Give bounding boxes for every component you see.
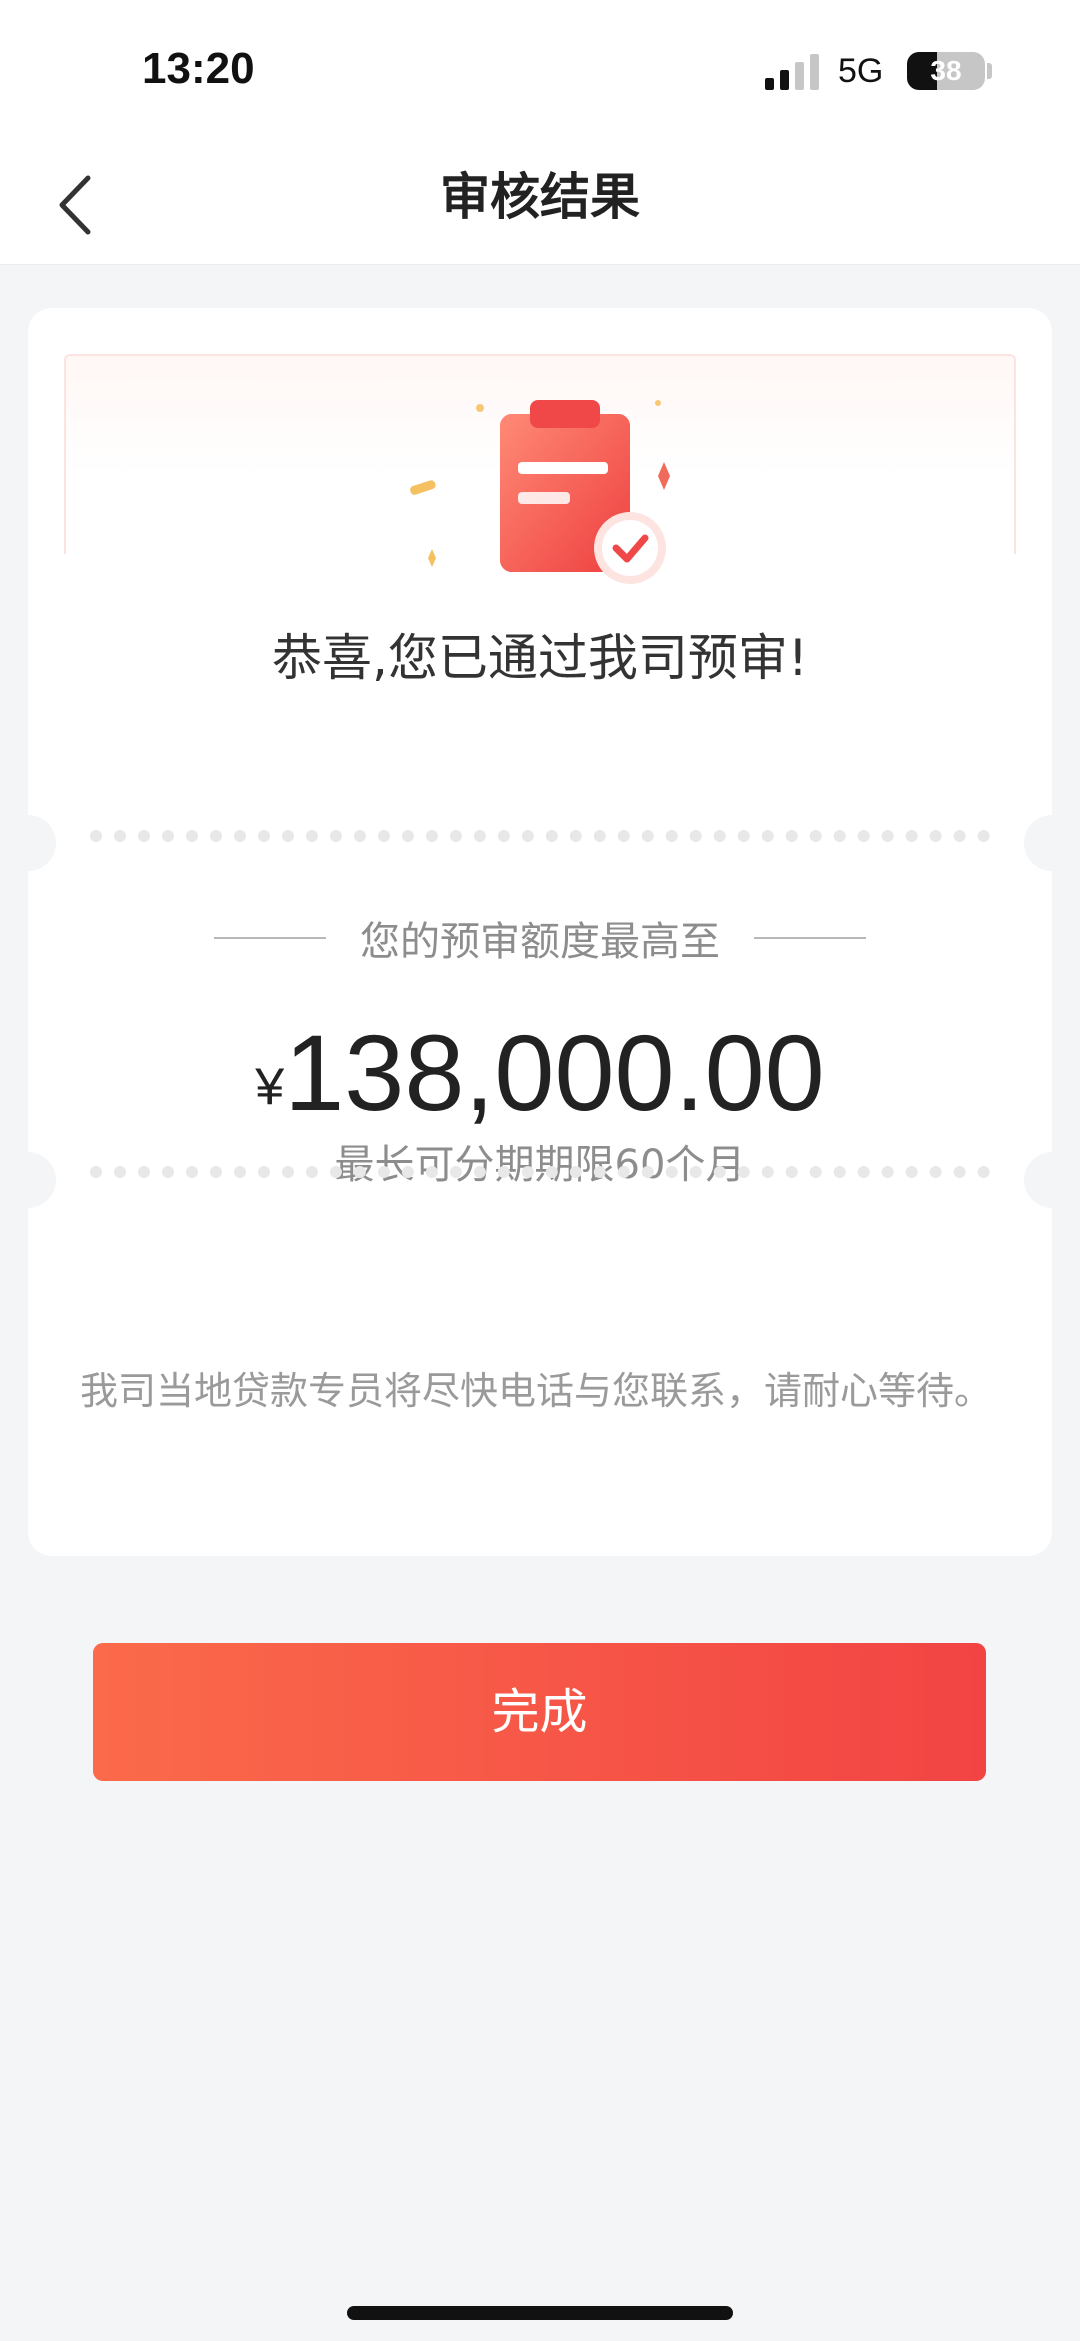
battery-level: 38 — [930, 55, 962, 86]
amount-value: 138,000.00 — [284, 1012, 825, 1133]
cellular-signal-icon — [765, 54, 819, 90]
status-time: 13:20 — [142, 44, 255, 93]
currency-symbol: ¥ — [255, 1058, 285, 1116]
network-type: 5G — [838, 52, 884, 90]
ticket-notch — [0, 1152, 56, 1208]
nav-bar: 审核结果 — [0, 145, 1080, 265]
battery-icon: 38 — [907, 52, 985, 90]
dashed-divider — [90, 830, 990, 842]
congrats-message: 恭喜,您已通过我司预审! — [272, 629, 808, 687]
result-card: 恭喜,您已通过我司预审! 您的预审额度最高至 ¥138,000.00 最长可分期… — [0, 308, 1080, 1556]
clipboard-check-icon — [410, 400, 670, 584]
ticket-notch — [1024, 1152, 1080, 1208]
ticket-notch — [1024, 815, 1080, 871]
back-button[interactable] — [40, 160, 120, 250]
limit-label: 您的预审额度最高至 — [360, 919, 720, 965]
limit-heading: 您的预审额度最高至 — [28, 908, 1052, 968]
chevron-left-icon — [59, 175, 91, 235]
divider-rule — [214, 937, 326, 939]
ticket-notch — [0, 815, 56, 871]
battery-tip — [987, 63, 992, 79]
home-indicator — [347, 2306, 733, 2320]
divider-rule — [754, 937, 866, 939]
page-title: 审核结果 — [440, 168, 640, 226]
installment-term: 最长可分期期限60个月 — [334, 1142, 746, 1188]
dashed-divider — [90, 1166, 990, 1178]
status-bar: 13:20 5G 38 — [0, 0, 1080, 145]
done-button[interactable]: 完成 — [93, 1643, 986, 1781]
contact-note: 我司当地贷款专员将尽快电话与您联系，请耐心等待。 — [80, 1369, 993, 1413]
